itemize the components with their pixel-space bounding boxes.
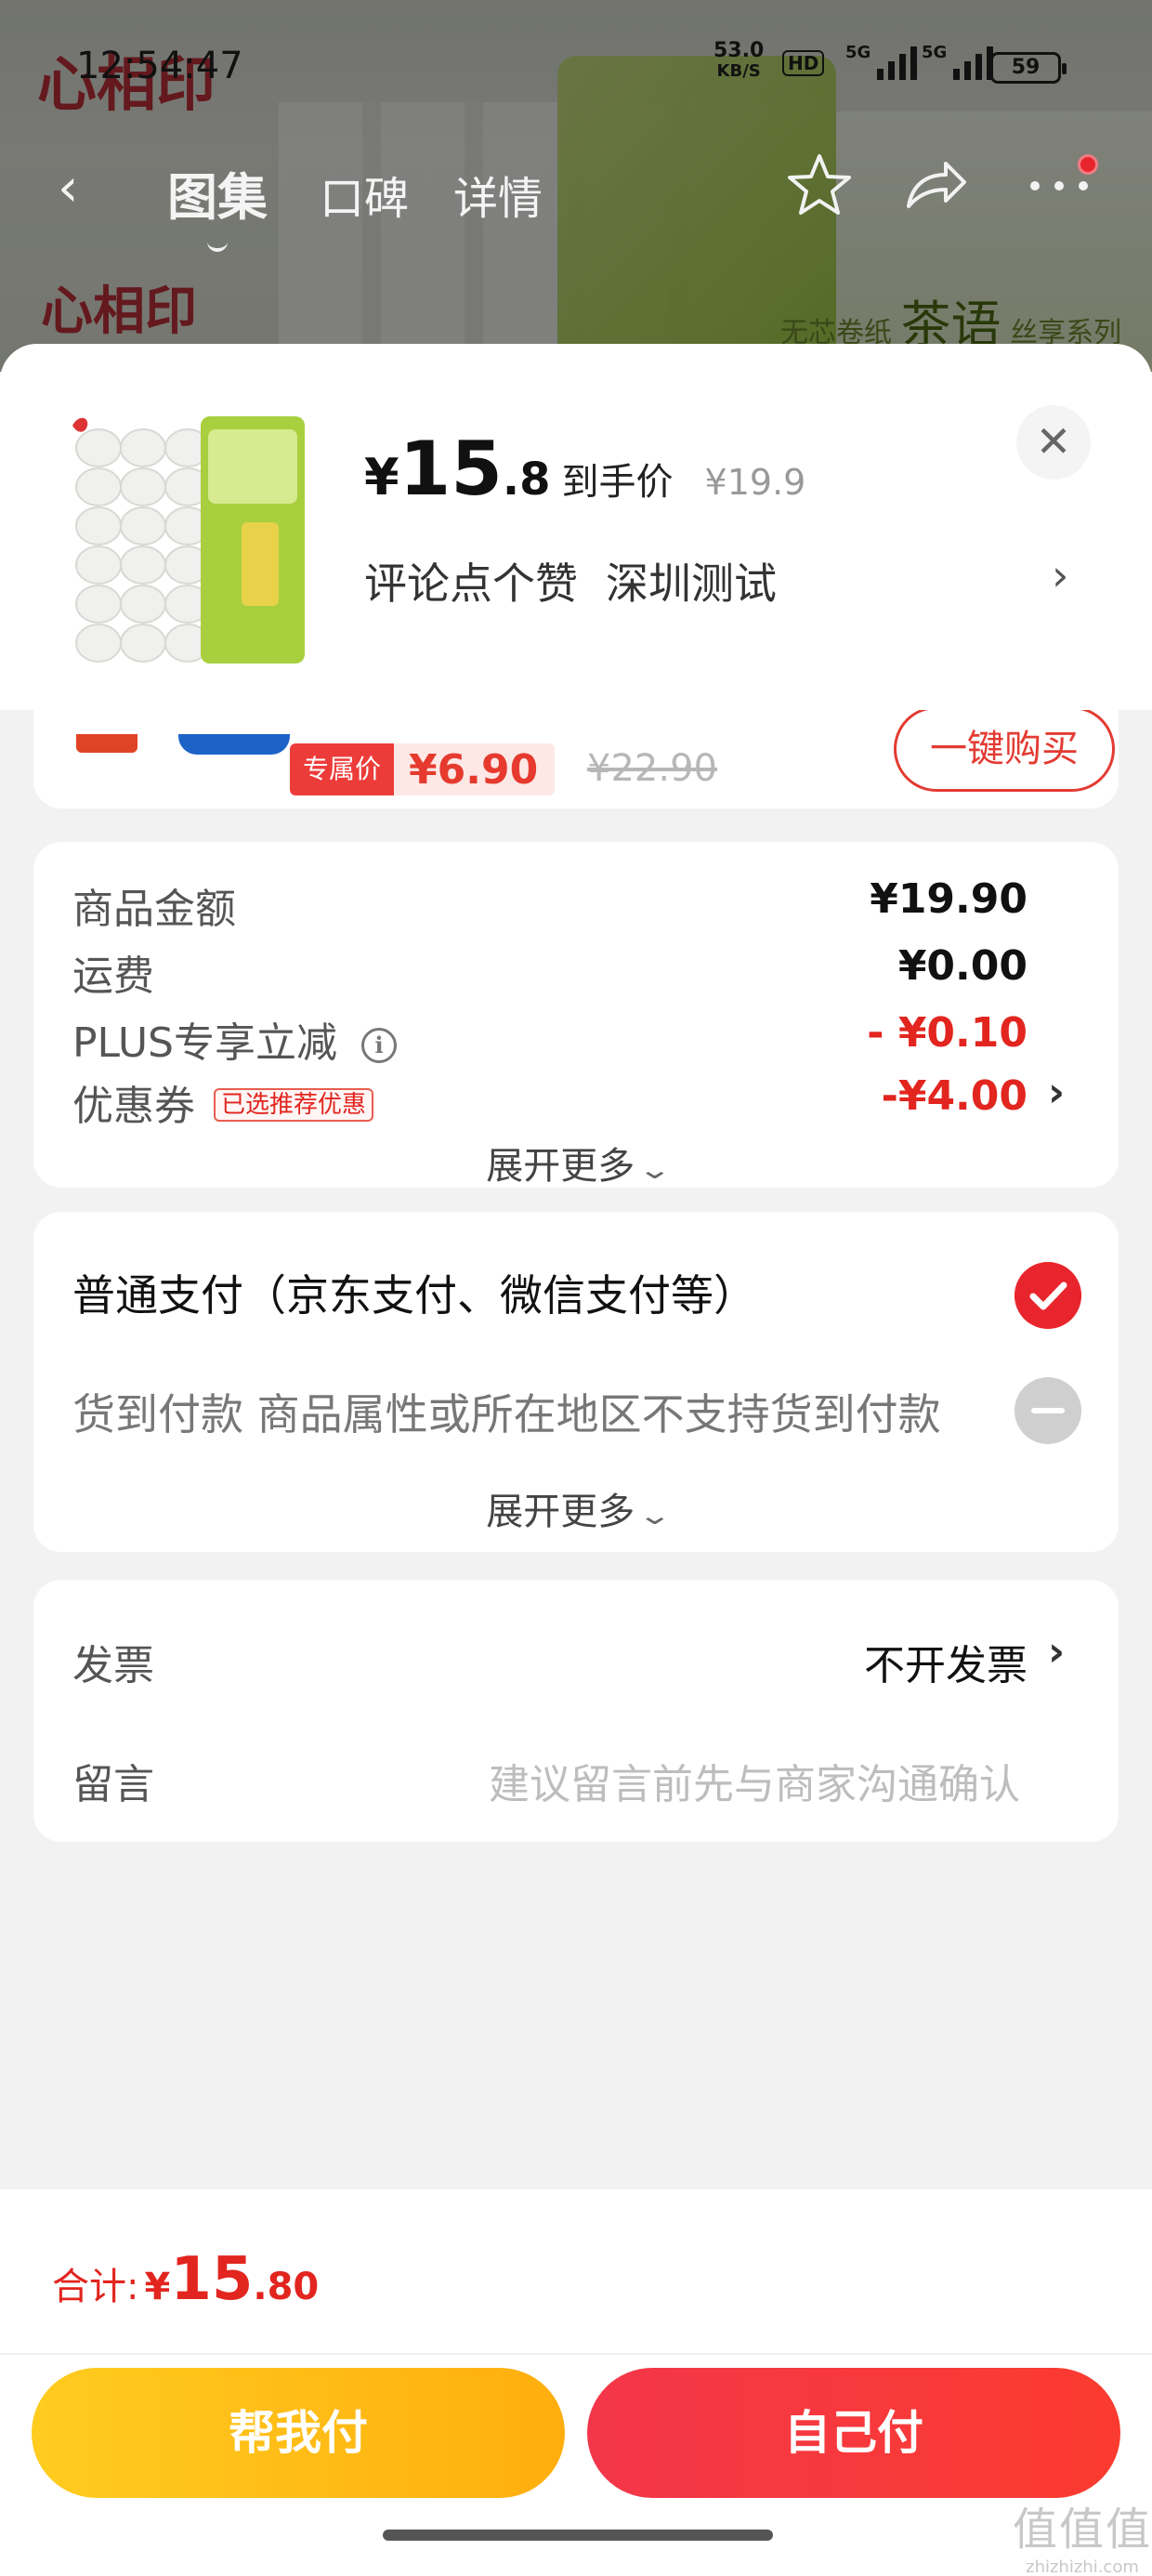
tab-details[interactable]: 详情	[453, 162, 543, 227]
total-decimal: .80	[253, 2266, 320, 2308]
signal-icon: 5G	[845, 43, 918, 80]
info-icon[interactable]: i	[361, 1028, 397, 1063]
price-decimal: .8	[502, 453, 551, 506]
status-bar: 12:54:47 53.0 KB/S HD 5G 5G 59	[0, 37, 1152, 102]
product-thumbnail	[65, 411, 325, 673]
total-currency: ¥	[144, 2266, 171, 2308]
disabled-icon	[1015, 1377, 1081, 1444]
status-clock: 12:54:47	[76, 45, 243, 87]
recommend-product-image[interactable]	[76, 734, 290, 755]
total-label: 合计:	[52, 2266, 139, 2308]
network-speed: 53.0 KB/S	[713, 41, 764, 82]
exclusive-price-badge: 专属价	[290, 743, 395, 795]
address-part: 深圳测试	[606, 559, 777, 609]
goods-amount-value: ¥19.90	[870, 875, 1028, 923]
watermark-url: zhizhizhi.com	[1026, 2557, 1139, 2576]
delivery-address[interactable]: 评论点个赞 深圳测试	[364, 550, 777, 611]
plus-discount-text: PLUS专享立减	[72, 1019, 337, 1067]
cash-on-delivery-option: 货到付款 商品属性或所在地区不支持货到付款	[72, 1389, 941, 1439]
price-integer: 15	[399, 426, 503, 512]
expand-more-button[interactable]: 展开更多 ⌄	[33, 1481, 1119, 1535]
goods-amount-row: 商品金额 ¥19.90	[72, 875, 1028, 933]
invoice-row[interactable]: 发票 不开发票	[72, 1632, 1028, 1689]
price-currency: ¥	[364, 448, 399, 506]
plus-discount-value: - ¥0.10	[867, 1009, 1028, 1057]
payment-method-card: 普通支付（京东支付、微信支付等） 货到付款 商品属性或所在地区不支持货到付款 展…	[33, 1212, 1119, 1552]
background-product-page: 心相印 心相印 无芯卷纸 茶语 丝享系列 12:54:47 53.0 KB/S …	[0, 0, 1152, 372]
watermark: 值值值 zhizhizhi.com	[1013, 2492, 1152, 2576]
expand-more-button[interactable]: 展开更多 ⌄	[33, 1136, 1119, 1189]
home-indicator[interactable]	[383, 2530, 773, 2541]
normal-pay-option[interactable]: 普通支付（京东支付、微信支付等）	[72, 1262, 756, 1323]
sheet-header: ¥15.8 到手价 ¥19.9 评论点个赞 深圳测试 › ✕	[0, 344, 1152, 710]
tab-reviews[interactable]: 口碑	[320, 162, 409, 227]
close-icon: ✕	[1035, 416, 1072, 467]
address-chevron-icon[interactable]: ›	[1052, 550, 1068, 600]
coupon-chevron-icon[interactable]: ›	[1048, 1069, 1065, 1116]
plus-discount-row: PLUS专享立减 i - ¥0.10	[72, 1009, 1028, 1067]
order-summary-card: 商品金额 ¥19.90 运费 ¥0.00 PLUS专享立减 i - ¥0.10 优…	[33, 842, 1119, 1188]
signal-tag: 5G	[922, 43, 948, 62]
coupon-text: 优惠券	[72, 1083, 195, 1130]
signal-icon: 5G	[922, 43, 994, 80]
message-label: 留言	[72, 1761, 154, 1808]
divider	[0, 2353, 1152, 2355]
final-price-tag: 到手价	[561, 461, 674, 504]
coupon-row[interactable]: 优惠券 已选推荐优惠 -¥4.00	[72, 1072, 1028, 1130]
close-button[interactable]: ✕	[1016, 405, 1091, 480]
one-click-buy-button[interactable]: 一键购买	[894, 706, 1115, 792]
message-input[interactable]: 建议留言前先与商家沟通确认	[489, 1751, 1020, 1810]
expand-more-label: 展开更多	[486, 1145, 635, 1188]
help-me-pay-button[interactable]: 帮我付	[32, 2368, 565, 2498]
tab-gallery[interactable]: 图集	[167, 156, 268, 252]
shipping-value: ¥0.00	[897, 942, 1028, 990]
invoice-chevron-icon[interactable]: ›	[1048, 1628, 1065, 1676]
shipping-row: 运费 ¥0.00	[72, 942, 1028, 1000]
expand-more-label: 展开更多	[486, 1491, 635, 1533]
message-row[interactable]: 留言 建议留言前先与商家沟通确认	[72, 1751, 1028, 1810]
top-navigation: ‹ 图集 口碑 详情	[0, 149, 1152, 252]
watermark-logo: 值值值	[1013, 2504, 1152, 2556]
hd-badge: HD	[782, 50, 825, 76]
shipping-label: 运费	[72, 953, 154, 1000]
checkout-sheet: 专属价 ¥6.90 ¥22.90 一键购买 ¥15.8 到手价 ¥19.9 评论…	[0, 344, 1152, 2576]
recommend-original-price: ¥22.90	[587, 747, 717, 790]
network-speed-value: 53.0	[713, 39, 765, 62]
total-integer: 15	[170, 2245, 254, 2314]
coupon-selected-badge: 已选推荐优惠	[214, 1088, 374, 1122]
goods-amount-label: 商品金额	[72, 886, 236, 933]
invoice-value: 不开发票	[864, 1642, 1028, 1689]
favorite-star-icon[interactable]	[782, 149, 857, 223]
battery-icon: 59	[990, 52, 1067, 84]
original-price: ¥19.9	[704, 462, 806, 503]
checkout-footer: 合计: ¥15.80 帮我付 自己付 值值值 zhizhizhi.com	[0, 2189, 1152, 2576]
recommend-price: 专属价 ¥6.90	[290, 743, 556, 795]
signal-tag: 5G	[845, 43, 871, 62]
chevron-down-icon: ⌄	[637, 1500, 673, 1531]
share-icon[interactable]	[897, 149, 972, 223]
recommend-price-value: ¥6.90	[409, 745, 539, 794]
invoice-label: 发票	[72, 1642, 154, 1689]
address-part: 评论点个赞	[364, 559, 578, 609]
plus-discount-label: PLUS专享立减 i	[72, 1009, 397, 1069]
price-row: ¥15.8 到手价 ¥19.9	[364, 426, 805, 512]
coupon-label: 优惠券 已选推荐优惠	[72, 1072, 374, 1132]
invoice-card: 发票 不开发票 › 留言 建议留言前先与商家沟通确认	[33, 1580, 1119, 1842]
network-speed-unit: KB/S	[716, 61, 761, 81]
coupon-value: -¥4.00	[881, 1072, 1028, 1120]
total-amount: 合计: ¥15.80	[52, 2245, 319, 2314]
chevron-down-icon: ⌄	[637, 1154, 673, 1185]
pay-myself-button[interactable]: 自己付	[587, 2368, 1120, 2498]
back-chevron-icon[interactable]: ‹	[58, 158, 78, 218]
checked-icon[interactable]	[1015, 1262, 1081, 1329]
notification-dot	[1078, 154, 1098, 175]
